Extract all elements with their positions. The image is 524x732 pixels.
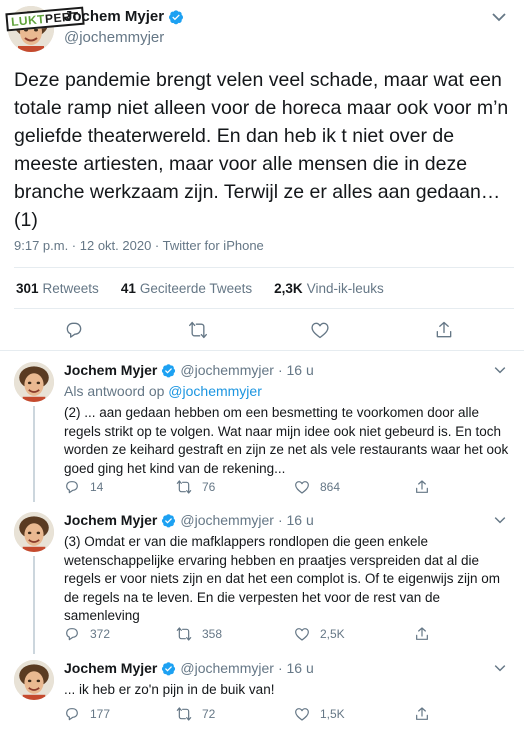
tweet-time[interactable]: · 16 u bbox=[278, 512, 314, 528]
main-action-bar bbox=[0, 320, 524, 344]
author-name[interactable]: Jochem Myjer bbox=[64, 362, 157, 378]
like-count: 1,5K bbox=[320, 707, 345, 721]
retweet-button[interactable]: 358 bbox=[176, 626, 222, 642]
retweet-icon[interactable] bbox=[188, 320, 208, 340]
divider bbox=[0, 350, 524, 351]
chevron-down-icon[interactable] bbox=[494, 516, 508, 526]
share-icon[interactable] bbox=[414, 706, 430, 722]
tweet-time[interactable]: · 16 u bbox=[278, 660, 314, 676]
retweets-stat[interactable]: 301 Retweets bbox=[16, 281, 99, 296]
main-tweet: LUKT PERT Jochem Myjer @jochemmyjer Deze … bbox=[0, 0, 524, 352]
quotes-label: Geciteerde Tweets bbox=[139, 281, 253, 296]
like-button[interactable]: 864 bbox=[294, 479, 340, 495]
share-icon[interactable] bbox=[434, 320, 454, 340]
retweets-count: 301 bbox=[16, 281, 39, 296]
author-name[interactable]: Jochem Myjer bbox=[64, 512, 157, 528]
watermark-part-1: LUKT bbox=[10, 12, 46, 29]
likes-stat[interactable]: 2,3K Vind-ik-leuks bbox=[274, 281, 384, 296]
author-name[interactable]: Jochem Myjer bbox=[64, 660, 157, 676]
reply-text: ... ik heb er zo'n pijn in de buik van! bbox=[64, 682, 275, 697]
reply-count: 177 bbox=[90, 707, 111, 721]
chevron-down-icon[interactable] bbox=[492, 12, 506, 22]
retweet-button[interactable]: 76 bbox=[176, 479, 215, 495]
reply-icon[interactable] bbox=[64, 320, 84, 340]
reply-header: Jochem Myjer @jochemmyjer · 16 u bbox=[64, 512, 314, 528]
reply-tweet[interactable]: Jochem Myjer @jochemmyjer · 16 u Als ant… bbox=[0, 362, 524, 502]
retweet-count: 72 bbox=[202, 707, 216, 721]
like-count: 864 bbox=[320, 480, 341, 494]
verified-badge-icon bbox=[161, 363, 176, 378]
author-handle[interactable]: @jochemmyjer bbox=[180, 660, 274, 676]
like-button[interactable]: 1,5K bbox=[294, 706, 345, 722]
tweet-stats: 301 Retweets 41 Geciteerde Tweets 2,3K Vind… bbox=[16, 281, 384, 296]
tweet-meta[interactable]: 9:17 p.m. · 12 okt. 2020 · Twitter for i… bbox=[14, 238, 264, 253]
chevron-down-icon[interactable] bbox=[494, 366, 508, 376]
like-button[interactable]: 2,5K bbox=[294, 626, 345, 642]
chevron-down-icon[interactable] bbox=[494, 664, 508, 674]
retweet-button[interactable]: 72 bbox=[176, 706, 215, 722]
retweet-count: 358 bbox=[202, 627, 223, 641]
tweet-text: Deze pandemie brengt velen veel schade, … bbox=[14, 69, 509, 231]
avatar[interactable] bbox=[14, 362, 54, 402]
reply-button[interactable]: 372 bbox=[64, 626, 110, 642]
divider bbox=[14, 267, 514, 268]
reply-header: Jochem Myjer @jochemmyjer · 16 u bbox=[64, 660, 314, 676]
reply-action-bar: 372 358 2,5K bbox=[64, 626, 484, 644]
verified-badge-icon bbox=[168, 9, 184, 25]
thread-line bbox=[33, 556, 35, 654]
author-name-row[interactable]: Jochem Myjer bbox=[64, 8, 184, 25]
reply-count: 372 bbox=[90, 627, 111, 641]
avatar[interactable] bbox=[14, 512, 54, 552]
author-handle[interactable]: @jochemmyjer bbox=[64, 29, 164, 46]
likes-count: 2,3K bbox=[274, 281, 303, 296]
reply-text: (2) ... aan gedaan hebben om een besmett… bbox=[64, 405, 509, 476]
thread-line bbox=[33, 406, 35, 502]
verified-badge-icon bbox=[161, 513, 176, 528]
author-handle[interactable]: @jochemmyjer bbox=[180, 512, 274, 528]
author-handle[interactable]: @jochemmyjer bbox=[180, 362, 274, 378]
retweet-count: 76 bbox=[202, 480, 216, 494]
tweet-time[interactable]: · 16 u bbox=[278, 362, 314, 378]
quotes-count: 41 bbox=[120, 281, 136, 296]
reply-tweet[interactable]: Jochem Myjer @jochemmyjer · 16 u (3) Omd… bbox=[0, 512, 524, 654]
reply-tweet[interactable]: Jochem Myjer @jochemmyjer · 16 u ... ik … bbox=[0, 660, 524, 730]
like-icon[interactable] bbox=[310, 320, 330, 340]
like-count: 2,5K bbox=[320, 627, 345, 641]
reply-button[interactable]: 177 bbox=[64, 706, 110, 722]
avatar[interactable] bbox=[14, 660, 54, 700]
likes-label: Vind-ik-leuks bbox=[306, 281, 384, 296]
verified-badge-icon bbox=[161, 661, 176, 676]
reply-to-handle[interactable]: @jochemmyjer bbox=[168, 383, 262, 399]
reply-action-bar: 177 72 1,5K bbox=[64, 706, 484, 724]
reply-header: Jochem Myjer @jochemmyjer · 16 u bbox=[64, 362, 314, 378]
reply-count: 14 bbox=[90, 480, 104, 494]
quotes-stat[interactable]: 41 Geciteerde Tweets bbox=[121, 281, 252, 296]
reply-to-line: Als antwoord op @jochemmyjer bbox=[64, 383, 262, 399]
share-icon[interactable] bbox=[414, 479, 430, 495]
reply-to-prefix: Als antwoord op bbox=[64, 383, 165, 399]
reply-action-bar: 14 76 864 bbox=[64, 479, 484, 497]
reply-button[interactable]: 14 bbox=[64, 479, 103, 495]
divider bbox=[14, 308, 514, 309]
author-name[interactable]: Jochem Myjer bbox=[64, 8, 164, 25]
share-icon[interactable] bbox=[414, 626, 430, 642]
reply-text: (3) Omdat er van die mafklappers rondlop… bbox=[64, 534, 500, 623]
retweets-label: Retweets bbox=[42, 281, 99, 296]
